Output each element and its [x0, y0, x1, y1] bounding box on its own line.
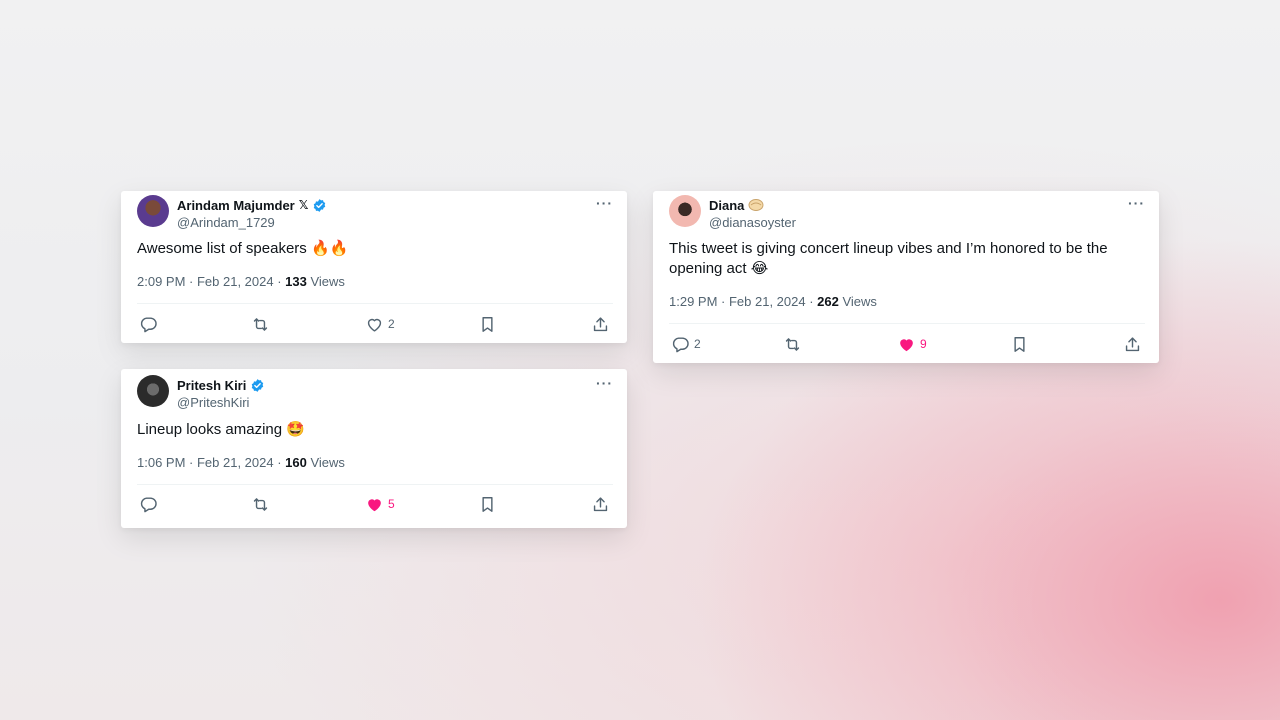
- bookmark-button[interactable]: [1010, 333, 1029, 355]
- retweet-button[interactable]: [251, 313, 270, 335]
- share-button[interactable]: [1123, 333, 1142, 355]
- tweet-text-line: opening act 😂: [669, 260, 769, 277]
- tweet-header: Arindam Majumder 𝕏 @Arindam_1729 ···: [137, 195, 613, 231]
- tweet-text: Awesome list of speakers 🔥🔥: [137, 240, 349, 257]
- divider: [137, 484, 613, 485]
- oyster-emoji-icon: [748, 198, 764, 212]
- like-count: 9: [920, 337, 927, 351]
- user-handle[interactable]: @dianasoyster: [709, 215, 796, 230]
- tweet-text: This tweet is giving concert lineup vibe…: [669, 239, 1139, 279]
- tweet-header: Pritesh Kiri @PriteshKiri ···: [137, 375, 613, 411]
- tweet-text: Lineup looks amazing 🤩: [137, 421, 305, 438]
- heart-filled-icon: [897, 335, 916, 354]
- tweet-timestamp[interactable]: 2:09 PM · Feb 21, 2024 ·: [137, 274, 285, 289]
- divider: [137, 303, 613, 304]
- bookmark-icon: [1010, 335, 1029, 354]
- more-options-icon[interactable]: ···: [596, 195, 613, 211]
- retweet-button[interactable]: [251, 493, 270, 515]
- reply-button[interactable]: 2: [671, 333, 701, 355]
- like-button[interactable]: 9: [897, 333, 927, 355]
- like-button[interactable]: 5: [365, 493, 395, 515]
- more-options-icon[interactable]: ···: [1128, 195, 1145, 211]
- tweet-header: Diana @dianasoyster ···: [669, 195, 1145, 231]
- tweet-meta: 2:09 PM · Feb 21, 2024 · 133 Views: [137, 274, 345, 289]
- like-count: 2: [388, 317, 395, 331]
- views-count: 133: [285, 274, 307, 289]
- tweet-card-pritesh[interactable]: Pritesh Kiri @PriteshKiri ··· Lineup loo…: [121, 369, 627, 528]
- share-icon: [1123, 335, 1142, 354]
- verified-badge-icon: [312, 198, 327, 213]
- action-bar: 2: [139, 313, 609, 335]
- share-button[interactable]: [591, 493, 610, 515]
- bookmark-icon: [478, 315, 497, 334]
- retweet-icon: [251, 495, 270, 514]
- views-label: Views: [306, 274, 345, 289]
- tweet-meta: 1:06 PM · Feb 21, 2024 · 160 Views: [137, 455, 345, 470]
- share-icon: [591, 315, 610, 334]
- tweet-card-diana[interactable]: Diana @dianasoyster ··· This tweet is gi…: [653, 191, 1159, 363]
- reply-button[interactable]: [139, 313, 162, 335]
- views-count: 160: [285, 455, 307, 470]
- avatar[interactable]: [669, 195, 701, 227]
- reply-count: 2: [694, 337, 701, 351]
- views-label: Views: [838, 294, 877, 309]
- retweet-icon: [783, 335, 802, 354]
- reply-icon: [139, 495, 158, 514]
- x-logo-icon: 𝕏: [298, 198, 309, 212]
- heart-icon: [365, 315, 384, 334]
- user-handle[interactable]: @Arindam_1729: [177, 215, 327, 230]
- tweet-text-line: This tweet is giving concert lineup vibe…: [669, 240, 1108, 257]
- bookmark-button[interactable]: [478, 493, 497, 515]
- like-button[interactable]: 2: [365, 313, 395, 335]
- reply-icon: [671, 335, 690, 354]
- retweet-icon: [251, 315, 270, 334]
- tweet-timestamp[interactable]: 1:06 PM · Feb 21, 2024 ·: [137, 455, 285, 470]
- bookmark-button[interactable]: [478, 313, 497, 335]
- views-label: Views: [306, 455, 345, 470]
- verified-badge-icon: [250, 378, 265, 393]
- share-button[interactable]: [591, 313, 610, 335]
- heart-filled-icon: [365, 495, 384, 514]
- divider: [669, 323, 1145, 324]
- action-bar: 2 9: [671, 333, 1141, 355]
- like-count: 5: [388, 497, 395, 511]
- user-handle[interactable]: @PriteshKiri: [177, 395, 265, 410]
- avatar[interactable]: [137, 195, 169, 227]
- tweet-timestamp[interactable]: 1:29 PM · Feb 21, 2024 ·: [669, 294, 817, 309]
- views-count: 262: [817, 294, 839, 309]
- tweet-meta: 1:29 PM · Feb 21, 2024 · 262 Views: [669, 294, 877, 309]
- bookmark-icon: [478, 495, 497, 514]
- action-bar: 5: [139, 493, 609, 515]
- more-options-icon[interactable]: ···: [596, 375, 613, 391]
- reply-button[interactable]: [139, 493, 162, 515]
- share-icon: [591, 495, 610, 514]
- retweet-button[interactable]: [783, 333, 802, 355]
- reply-icon: [139, 315, 158, 334]
- avatar[interactable]: [137, 375, 169, 407]
- display-name[interactable]: Diana: [709, 198, 744, 213]
- display-name[interactable]: Pritesh Kiri: [177, 378, 246, 393]
- tweet-card-arindam[interactable]: Arindam Majumder 𝕏 @Arindam_1729 ··· Awe…: [121, 191, 627, 343]
- display-name[interactable]: Arindam Majumder: [177, 198, 295, 213]
